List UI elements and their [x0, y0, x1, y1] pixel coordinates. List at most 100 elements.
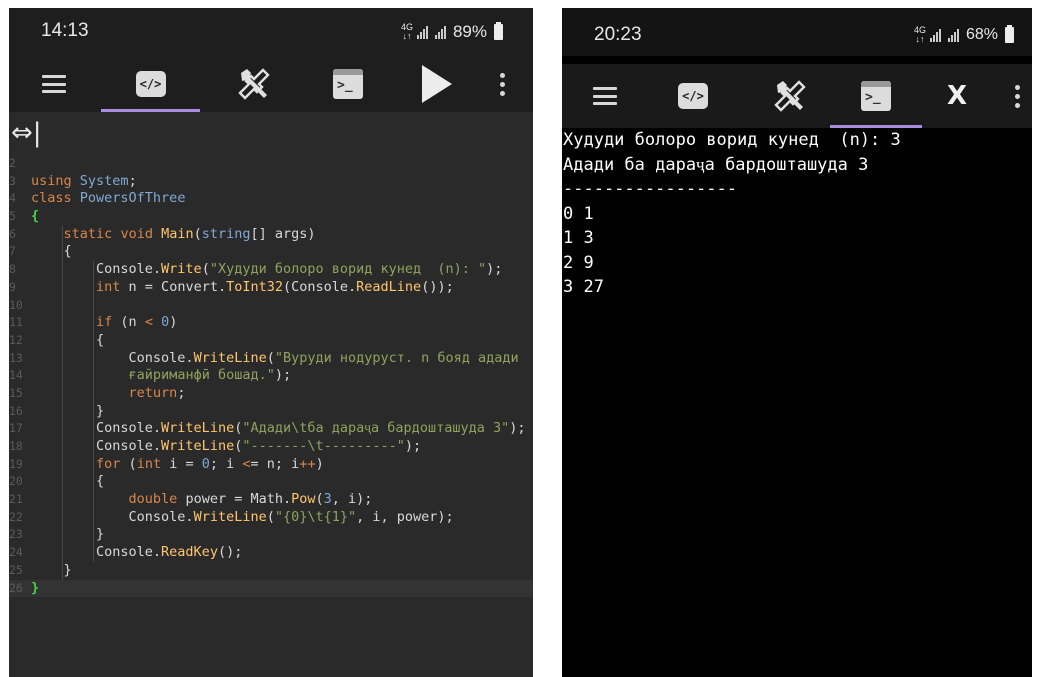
close-button[interactable]: X [934, 64, 980, 128]
overflow-menu-button[interactable] [487, 56, 517, 112]
line-number: 24 [9, 545, 23, 560]
code-line[interactable]: 12 { [9, 332, 533, 350]
status-time: 14:13 [41, 20, 89, 41]
tab-terminal[interactable]: >_ [315, 56, 381, 112]
code-editor[interactable]: ⇔| 2 3 using System; 4 class PowersOfThree 5{… [9, 112, 533, 677]
status-bar: 14:13 4G ↓↑ 89% [9, 8, 533, 56]
code-text: using System; [31, 172, 137, 189]
tab-terminal[interactable]: >_ [830, 64, 922, 128]
code-line[interactable]: 23 } [9, 526, 533, 544]
code-line[interactable]: 25 } [9, 562, 533, 580]
signal-icon [416, 25, 428, 39]
line-number: 18 [9, 439, 23, 453]
line-number: 26 [9, 580, 23, 595]
code-line[interactable]: 16 } [9, 403, 533, 421]
line-number: 11 [9, 315, 23, 330]
run-button[interactable] [407, 56, 467, 112]
tab-code-editor[interactable]: </> [101, 56, 200, 112]
line-number: 10 [9, 297, 23, 312]
line-number: 15 [9, 385, 23, 400]
code-line[interactable]: 15 return; [9, 385, 533, 403]
play-icon [422, 65, 452, 103]
system-indicators: 4G ↓↑ 89% [401, 22, 503, 42]
code-text: Console.WriteLine("-------\t---------"); [31, 438, 422, 454]
code-text: class PowersOfThree [31, 190, 186, 207]
code-line[interactable]: 26} [9, 579, 533, 598]
tab-tools[interactable] [760, 64, 820, 128]
indent-guide [62, 225, 63, 580]
code-text: { [31, 208, 40, 225]
signal-icon-2 [947, 28, 959, 42]
toolbar: </> >_ X [562, 64, 1032, 128]
network-type-icon: 4G ↓↑ [913, 25, 926, 44]
code-line[interactable]: 13 Console.WriteLine("Вуруди нодуруст. n… [9, 350, 533, 368]
line-number: 17 [9, 421, 23, 436]
hamburger-icon [42, 75, 66, 93]
console-line: Адади ба дараҷа бардошташуда 3 [563, 154, 869, 175]
code-text: Console.WriteLine("Адади\tба дараҷа бард… [31, 420, 526, 437]
code-text: ғайриманфӣ бошад."); [128, 367, 292, 384]
battery-icon [1005, 25, 1014, 43]
menu-button[interactable] [31, 56, 77, 112]
code-line[interactable]: 9 int n = Convert.ToInt32(Console.ReadLi… [9, 279, 533, 297]
code-line[interactable]: 24 Console.ReadKey(); [9, 544, 533, 562]
tab-tools[interactable] [219, 56, 289, 112]
code-text: static void Main(string[] args) [63, 225, 316, 242]
line-number: 7 [9, 244, 16, 259]
line-number: 23 [9, 527, 23, 542]
line-number: 5 [9, 209, 16, 224]
console-screen: 20:23 4G ↓↑ 68% </> >_ X Худуди болоро в… [562, 8, 1032, 677]
console-line: ----------------- [563, 179, 737, 199]
more-vert-icon [1014, 84, 1020, 108]
code-line[interactable]: 22 Console.WriteLine("{0}\t{1}", i, powe… [9, 509, 533, 527]
line-number: 12 [9, 332, 23, 347]
console-line: 3 27 [563, 277, 604, 297]
overflow-menu-button[interactable] [1002, 64, 1032, 128]
code-text: double power = Math.Pow(3, i); [128, 491, 373, 508]
signal-icon-2 [434, 25, 446, 39]
code-text: Console.WriteLine("{0}\t{1}", i, power); [31, 508, 454, 525]
line-number: 16 [9, 403, 23, 418]
code-area[interactable]: 2 3 using System; 4 class PowersOfThree 5{6 s… [9, 155, 533, 598]
toolbar: </> >_ [9, 56, 533, 112]
more-vert-icon [499, 72, 505, 96]
code-line[interactable]: 14 ғайриманфӣ бошад."); [9, 367, 533, 385]
code-line[interactable]: 18 Console.WriteLine("-------\t---------… [9, 438, 533, 456]
tab-code-editor[interactable]: </> [670, 64, 716, 128]
tools-icon [774, 80, 806, 112]
word-wrap-icon[interactable]: ⇔| [11, 118, 42, 148]
line-number: 8 [9, 262, 16, 277]
line-number: 25 [9, 562, 23, 577]
close-icon: X [946, 81, 968, 111]
code-line[interactable]: 19 for (int i = 0; i <= n; i++) [9, 456, 533, 474]
code-icon: </> [678, 83, 708, 109]
code-line[interactable]: 17 Console.WriteLine("Адади\tба дараҷа б… [9, 420, 533, 438]
battery-percent: 68% [965, 26, 998, 43]
battery-percent: 89% [452, 22, 487, 41]
code-line[interactable]: 10 [9, 297, 533, 315]
battery-icon [494, 22, 503, 40]
code-text: if (n < 0) [96, 314, 178, 331]
signal-icon [929, 28, 941, 42]
menu-button[interactable] [582, 64, 628, 128]
code-line[interactable]: 2 [9, 155, 533, 173]
line-number: 22 [9, 509, 23, 524]
console-output[interactable]: Худуди болоро ворид кунед (n): 3 Адади ба… [562, 128, 1032, 677]
code-line[interactable]: 11 if (n < 0) [9, 314, 533, 332]
hamburger-icon [593, 87, 617, 105]
code-line[interactable]: 8 Console.Write("Худуди болоро ворид кун… [9, 261, 533, 279]
network-type-icon: 4G ↓↑ [400, 22, 413, 41]
console-line: 2 9 [563, 252, 594, 273]
code-line[interactable]: 21 double power = Math.Pow(3, i); [9, 491, 533, 509]
code-line[interactable]: 6 static void Main(string[] args) [9, 226, 533, 244]
line-number: 3 [9, 173, 16, 188]
code-line[interactable]: 3 using System; [9, 173, 533, 191]
code-line[interactable]: 5{ [9, 208, 533, 226]
console-line: 0 1 [563, 203, 594, 224]
line-number: 21 [9, 492, 23, 507]
code-line[interactable]: 20 { [9, 473, 533, 491]
code-line[interactable]: 4 class PowersOfThree [9, 190, 533, 208]
line-number: 6 [9, 226, 16, 241]
code-line[interactable]: 7 { [9, 243, 533, 261]
code-text: int n = Convert.ToInt32(Console.ReadLine… [96, 278, 454, 295]
